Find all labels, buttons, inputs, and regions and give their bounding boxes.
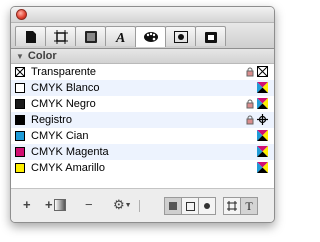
color-name: CMYK Amarillo (31, 162, 105, 174)
chevron-down-icon: ▼ (124, 202, 132, 210)
color-row-cmyk-magenta[interactable]: CMYK Magenta (11, 144, 274, 160)
add-color-button[interactable]: + (23, 197, 31, 212)
lock-icon (246, 115, 254, 125)
color-swatch (15, 147, 25, 157)
solid-square-icon (169, 202, 177, 210)
plus-icon: + (45, 197, 53, 212)
fill-mode-segmented-control (164, 197, 216, 215)
cmyk-type-icon (257, 130, 268, 141)
fill-radial-button[interactable] (198, 198, 215, 214)
fill-solid-button[interactable] (165, 198, 181, 214)
color-list: Transparente CMYK Blanco CMYK Negro Regi… (11, 64, 274, 194)
cmyk-type-icon (257, 146, 268, 157)
frame-target-button[interactable] (224, 198, 240, 214)
clip-icon (204, 31, 217, 43)
tab-box[interactable] (75, 26, 106, 46)
gear-menu-button[interactable]: ⚙▼ (113, 197, 132, 213)
lock-icon (246, 99, 254, 109)
box-icon (84, 30, 97, 43)
color-panel: A ▼ Color Transparente CMYK Blanco CMYK … (10, 6, 275, 223)
tab-character[interactable]: A (105, 26, 136, 46)
color-name: Registro (31, 114, 72, 126)
remove-color-button[interactable]: − (85, 197, 93, 212)
none-type-icon (257, 66, 268, 77)
text-target-button[interactable]: T (240, 198, 257, 214)
svg-text:A: A (115, 31, 125, 44)
color-row-cmyk-amarillo[interactable]: CMYK Amarillo (11, 160, 274, 176)
color-name: Transparente (31, 66, 97, 78)
lock-icon (246, 67, 254, 77)
color-swatch (15, 163, 25, 173)
page-icon (25, 30, 36, 43)
bottom-toolbar: + + − ⚙▼ T (11, 188, 274, 222)
tab-page[interactable] (15, 26, 46, 46)
tab-picture[interactable] (165, 26, 196, 46)
inspector-tabs: A (11, 23, 274, 49)
gradient-icon (53, 198, 66, 211)
color-name: CMYK Negro (31, 98, 96, 110)
color-swatch (15, 99, 25, 109)
color-section-header[interactable]: ▼ Color (11, 49, 274, 64)
frame-icon (53, 29, 68, 44)
cmyk-type-icon (257, 98, 268, 109)
title-bar (11, 7, 274, 23)
target-segmented-control: T (223, 197, 258, 215)
tab-color[interactable] (135, 26, 166, 47)
color-swatch (15, 115, 25, 125)
radial-dot-icon (204, 203, 210, 209)
section-title: Color (27, 50, 57, 62)
palette-icon (143, 32, 158, 42)
color-row-cmyk-cian[interactable]: CMYK Cian (11, 128, 274, 144)
separator (139, 200, 140, 212)
tab-frame[interactable] (45, 26, 76, 46)
color-swatch (15, 131, 25, 141)
picture-icon (173, 30, 188, 43)
cmyk-type-icon (257, 162, 268, 173)
color-row-cmyk-blanco[interactable]: CMYK Blanco (11, 80, 274, 96)
add-gradient-button[interactable]: + (45, 197, 66, 212)
registration-mark-icon (257, 114, 268, 125)
disclosure-triangle-icon[interactable]: ▼ (16, 52, 24, 61)
color-name: CMYK Magenta (31, 146, 109, 158)
color-name: CMYK Blanco (31, 82, 100, 94)
tab-clip[interactable] (195, 26, 226, 46)
character-icon: A (115, 31, 125, 44)
cmyk-type-icon (257, 82, 268, 93)
gear-icon: ⚙ (113, 197, 125, 212)
color-name: CMYK Cian (31, 130, 89, 142)
color-row-transparente[interactable]: Transparente (11, 64, 274, 80)
color-row-registro[interactable]: Registro (11, 112, 274, 128)
frame-icon (227, 201, 237, 211)
outline-square-icon (185, 201, 195, 211)
fill-outline-button[interactable] (181, 198, 198, 214)
none-swatch-icon (15, 67, 25, 77)
close-button[interactable] (16, 9, 27, 20)
color-swatch (15, 83, 25, 93)
color-row-cmyk-negro[interactable]: CMYK Negro (11, 96, 274, 112)
